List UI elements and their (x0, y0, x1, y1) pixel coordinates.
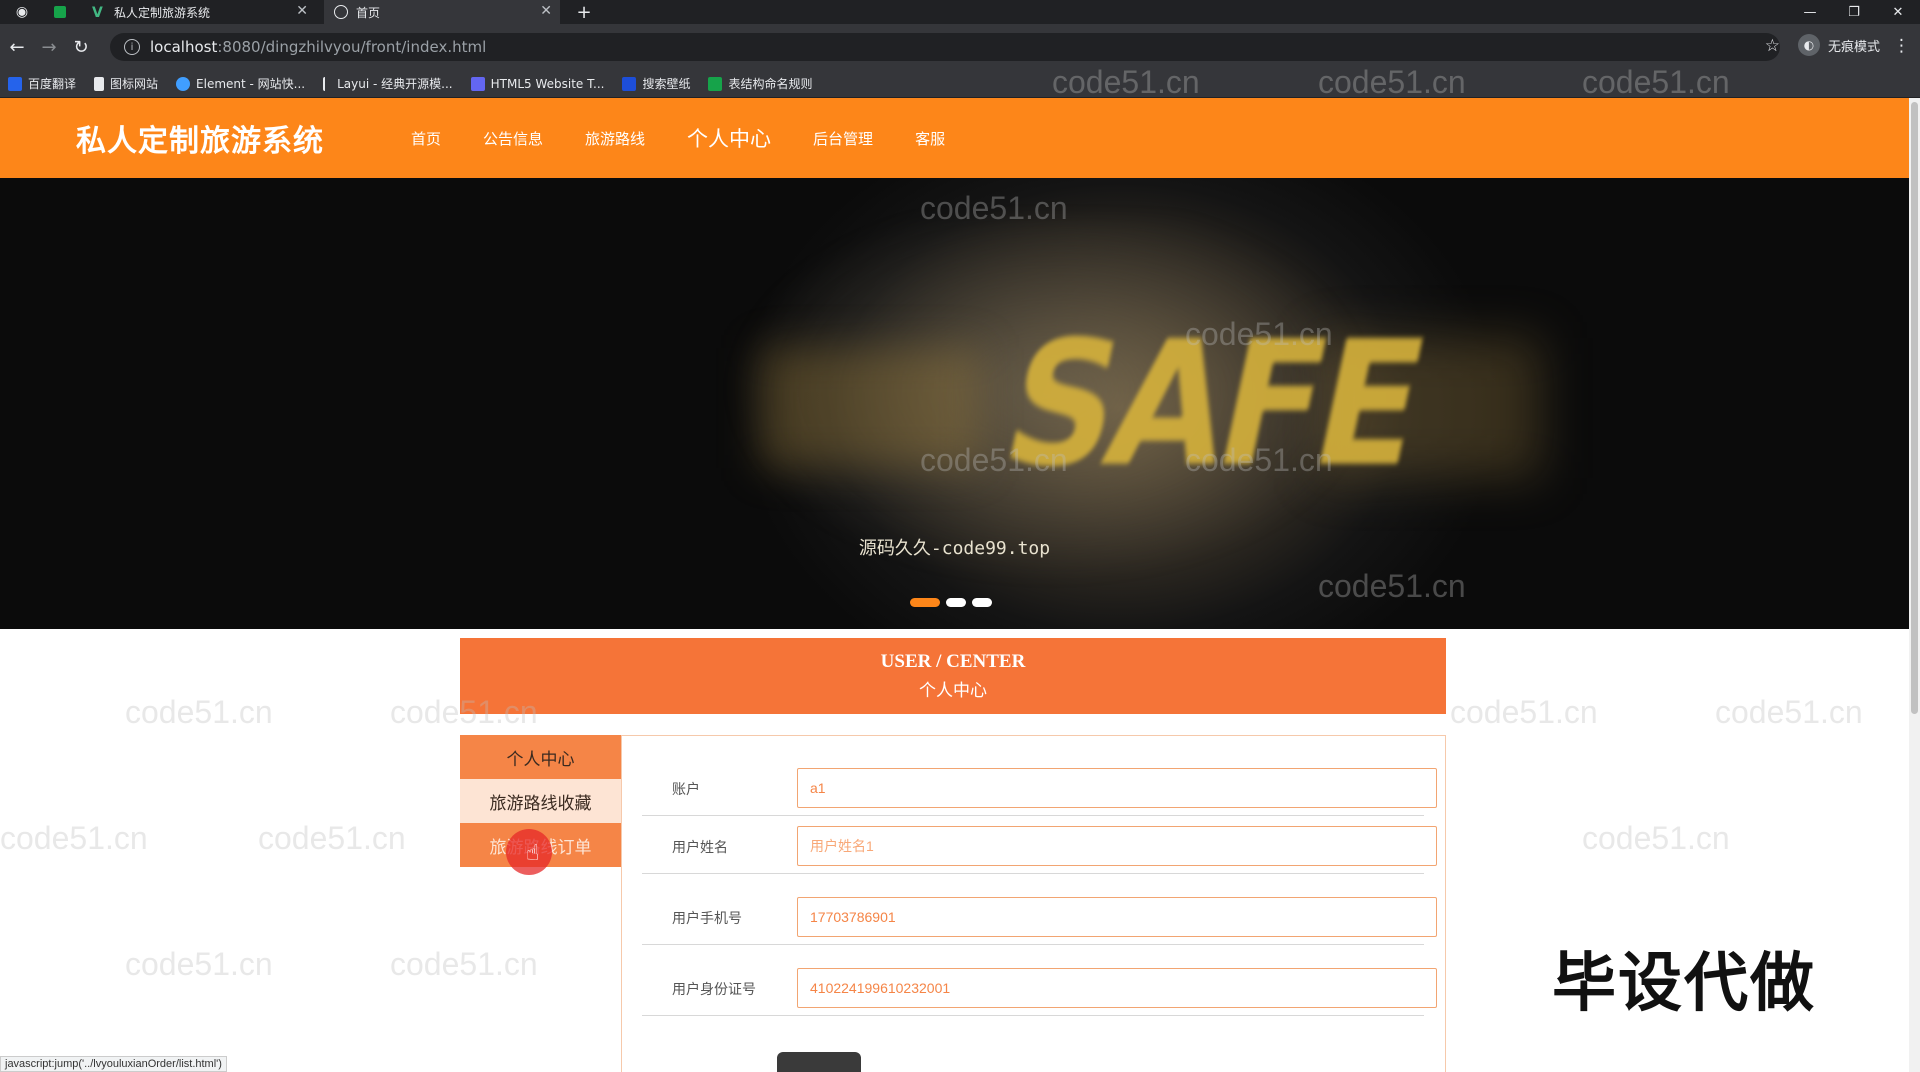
flag-icon (94, 76, 105, 91)
restore-icon[interactable]: ❐ (1832, 0, 1876, 24)
tab-title: 首页 (356, 5, 381, 20)
watermark: code51.cn (0, 820, 148, 856)
browser-tab-bar: ◉ V 私人定制旅游系统 ✕ 首页 ✕ + — ❐ ✕ (0, 0, 1920, 24)
form-row-id-number: 用户身份证号 410224199610232001 (642, 960, 1437, 1016)
element-icon (176, 76, 191, 91)
form-row-phone: 用户手机号 17703786901 (642, 889, 1437, 945)
nav-home[interactable]: 首页 (411, 128, 441, 149)
hand-cursor-icon: ☝ (526, 841, 540, 866)
translate-icon (8, 76, 22, 91)
name-input[interactable]: 用户姓名1 (797, 826, 1437, 866)
status-bar-url: javascript:jump('../lvyouluxianOrder/lis… (0, 1056, 227, 1072)
carousel-indicators (910, 598, 998, 607)
field-label: 账户 (672, 782, 700, 798)
tab-travel-system[interactable]: V 私人定制旅游系统 ✕ (82, 0, 316, 24)
site-info-icon[interactable]: i (124, 39, 140, 55)
side-item-route-orders[interactable]: 旅游路线订单 ☝ (460, 823, 621, 875)
browser-menu-icon[interactable]: ◉ (12, 2, 32, 22)
nav-travel-routes[interactable]: 旅游路线 (585, 128, 645, 149)
minimize-icon[interactable]: — (1788, 0, 1832, 24)
banner-image-text: SAFE (988, 304, 1437, 506)
field-label: 用户姓名 (672, 840, 728, 856)
bookmark-item[interactable]: Element - 网站快... (176, 75, 305, 92)
watermark: code51.cn (125, 694, 273, 730)
tab-title: 私人定制旅游系统 (114, 5, 211, 20)
bookmark-item[interactable]: 百度翻译 (8, 75, 76, 92)
back-arrow-icon[interactable]: ← (6, 36, 28, 58)
form-row-account: 账户 a1 (642, 760, 1437, 816)
url-host: localhost (150, 38, 218, 56)
incognito-profile[interactable]: ◐ 无痕模式 (1797, 34, 1880, 56)
close-icon[interactable]: ✕ (296, 3, 308, 19)
pinned-tab-icon[interactable] (50, 2, 70, 22)
browser-menu-dots-icon[interactable]: ⋮ (1893, 36, 1910, 56)
vue-icon: V (92, 5, 103, 21)
main-nav: 首页 公告信息 旅游路线 个人中心 后台管理 客服 (390, 98, 966, 178)
overlay-watermark: 毕设代做 (1552, 947, 1816, 1021)
scrollbar-thumb[interactable] (1911, 102, 1918, 714)
tab-home[interactable]: 首页 ✕ (324, 0, 560, 24)
url-path: :8080/dingzhilvyou/front/index.html (217, 38, 487, 56)
layui-icon (323, 76, 331, 91)
forward-arrow-icon[interactable]: → (38, 36, 60, 58)
incognito-icon: ◐ (1797, 34, 1820, 56)
new-tab-button[interactable]: + (574, 2, 594, 23)
reload-icon[interactable]: ↻ (70, 36, 92, 58)
watermark: code51.cn (125, 946, 273, 982)
carousel-dot[interactable] (910, 598, 940, 607)
watermark: code51.cn (1715, 694, 1863, 730)
watermark: code51.cn (1450, 694, 1598, 730)
field-label: 用户手机号 (672, 911, 742, 927)
profile-label: 无痕模式 (1827, 39, 1880, 55)
side-item-user-center[interactable]: 个人中心 (460, 735, 621, 779)
user-center-side-menu: 个人中心 旅游路线收藏 旅游路线订单 ☝ (460, 735, 621, 875)
nav-customer-service[interactable]: 客服 (915, 128, 945, 149)
profile-form: 账户 a1 用户姓名 用户姓名1 用户手机号 17703786901 用户身份证… (621, 735, 1446, 1072)
sheet-icon (708, 76, 723, 91)
window-close-icon[interactable]: ✕ (1876, 0, 1920, 24)
banner-caption: 源码久久-code99.top (858, 538, 1051, 559)
watermark: code51.cn (258, 820, 406, 856)
watermark: code51.cn (1582, 820, 1730, 856)
page-scrollbar[interactable] (1909, 98, 1920, 1072)
html5-icon (470, 76, 485, 91)
nav-announcements[interactable]: 公告信息 (483, 128, 543, 149)
close-icon[interactable]: ✕ (540, 3, 552, 19)
form-row-name: 用户姓名 用户姓名1 (642, 818, 1437, 874)
wallpaper-icon (622, 76, 637, 91)
bookmark-item[interactable]: 搜索壁纸 (622, 75, 690, 92)
carousel-dot[interactable] (972, 598, 992, 607)
carousel-dot[interactable] (946, 598, 966, 607)
globe-icon (334, 5, 348, 19)
site-title[interactable]: 私人定制旅游系统 (76, 116, 324, 160)
url-input[interactable]: i localhost :8080/dingzhilvyou/front/ind… (110, 33, 1780, 61)
user-center-title-zh: 个人中心 (919, 681, 987, 701)
user-center-header: USER / CENTER 个人中心 (460, 638, 1446, 714)
bookmark-item[interactable]: 图标网站 (94, 75, 158, 92)
id-number-input[interactable]: 410224199610232001 (797, 968, 1437, 1008)
field-label: 用户身份证号 (672, 982, 756, 998)
bookmark-item[interactable]: HTML5 Website T... (470, 76, 604, 91)
nav-user-center[interactable]: 个人中心 (687, 123, 771, 153)
avatar-upload-preview[interactable] (777, 1052, 861, 1072)
user-center-title-en: USER / CENTER (880, 651, 1026, 672)
account-input[interactable]: a1 (797, 768, 1437, 808)
bookmark-item[interactable]: 表结构命名规则 (708, 75, 812, 92)
site-header: 私人定制旅游系统 首页 公告信息 旅游路线 个人中心 后台管理 客服 (0, 98, 1909, 178)
bookmark-star-icon[interactable]: ☆ (1765, 36, 1780, 56)
bookmark-item[interactable]: Layui - 经典开源模... (323, 75, 453, 92)
bookmarks-bar: 百度翻译 图标网站 Element - 网站快... Layui - 经典开源模… (0, 70, 1920, 98)
phone-input[interactable]: 17703786901 (797, 897, 1437, 937)
banner-carousel[interactable]: SAFE 源码久久-code99.top (0, 178, 1909, 629)
watermark: code51.cn (390, 946, 538, 982)
side-item-route-favorites[interactable]: 旅游路线收藏 (460, 779, 621, 823)
address-bar-row: ← → ↻ i localhost :8080/dingzhilvyou/fro… (0, 24, 1920, 70)
nav-admin[interactable]: 后台管理 (813, 128, 873, 149)
